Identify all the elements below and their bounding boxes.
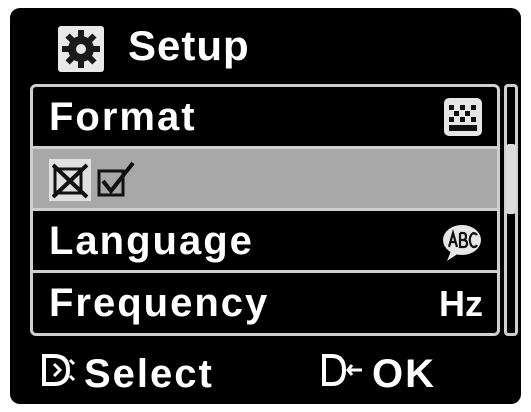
camera-screen: Setup Format Language Frequency Hz Selec… xyxy=(10,8,521,404)
footer-hints: Select OK xyxy=(10,342,521,404)
gear-icon xyxy=(58,26,104,72)
menu-item-language[interactable]: Language xyxy=(33,211,497,273)
scrollbar[interactable] xyxy=(504,84,518,336)
menu-item-label: Language xyxy=(49,219,254,263)
menu-item-label: Format xyxy=(49,95,197,139)
ok-button-icon xyxy=(320,350,364,403)
cross-box-icon xyxy=(49,159,91,201)
page-title: Setup xyxy=(128,22,250,69)
setup-menu: Format Language Frequency Hz xyxy=(30,84,500,336)
check-box-icon xyxy=(97,161,135,197)
ok-hint-label: OK xyxy=(372,352,436,396)
select-button-icon xyxy=(40,350,76,403)
menu-item-icons xyxy=(47,157,141,208)
select-hint-label: Select xyxy=(84,352,214,396)
title-bar: Setup xyxy=(10,8,521,83)
format-grid-icon xyxy=(443,97,483,142)
ok-hint: OK xyxy=(320,348,436,403)
scrollbar-thumb[interactable] xyxy=(506,144,516,214)
select-hint: Select xyxy=(40,348,214,403)
menu-item-frequency[interactable]: Frequency Hz xyxy=(33,273,497,335)
frequency-value: Hz xyxy=(439,283,483,324)
menu-item-label: Frequency xyxy=(49,281,270,325)
abc-bubble-icon xyxy=(441,221,483,268)
menu-item-format[interactable]: Format xyxy=(33,87,497,149)
menu-item-selected[interactable] xyxy=(33,149,497,211)
